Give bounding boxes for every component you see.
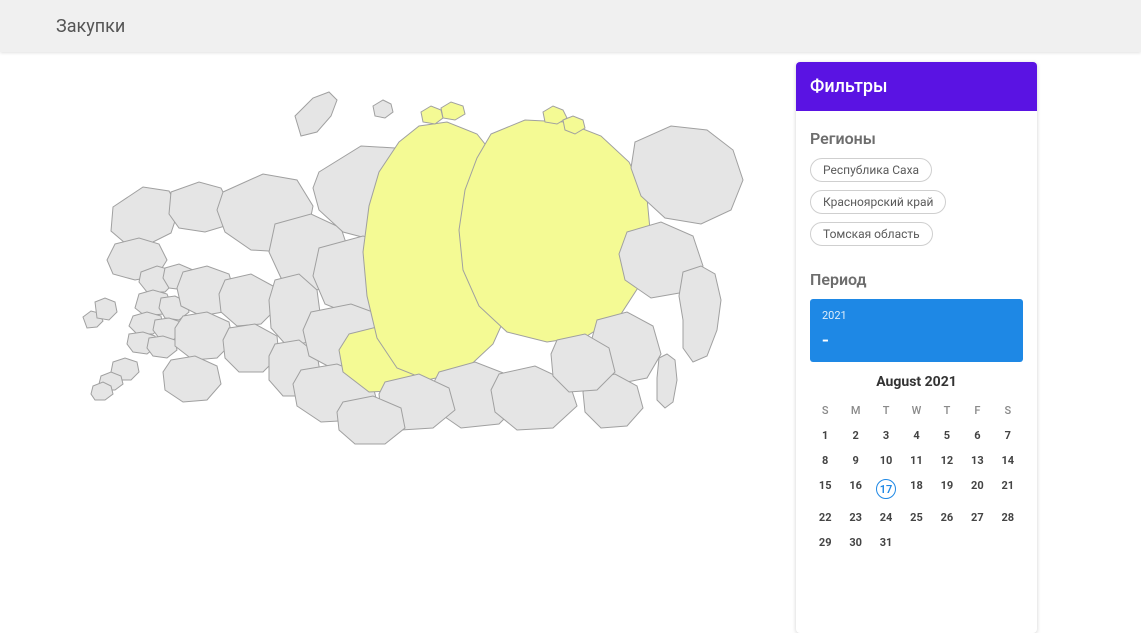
calendar-day[interactable]: 14 <box>993 448 1023 473</box>
calendar-day[interactable]: 24 <box>871 505 901 530</box>
map-region-arctic-isl-1[interactable] <box>373 100 393 118</box>
calendar-dow: S <box>810 400 840 423</box>
filters-header: Фильтры <box>796 62 1037 111</box>
app-header: Закупки <box>0 0 1141 52</box>
filters-panel: Фильтры Регионы Республика Саха Краснояр… <box>796 62 1037 633</box>
map-panel <box>10 62 776 633</box>
calendar-day[interactable]: 4 <box>901 423 931 448</box>
calendar-grid: SMTWTFS123456789101112131415161718192021… <box>810 400 1023 555</box>
calendar-day[interactable]: 21 <box>993 473 1023 505</box>
russia-map[interactable] <box>10 72 776 492</box>
calendar: August 2021 SMTWTFS123456789101112131415… <box>810 374 1023 555</box>
calendar-day[interactable]: 8 <box>810 448 840 473</box>
calendar-day[interactable]: 9 <box>840 448 870 473</box>
period-display[interactable]: 2021 - <box>810 299 1023 362</box>
calendar-day[interactable]: 12 <box>932 448 962 473</box>
map-region-sakhalin[interactable] <box>657 354 677 408</box>
period-range: - <box>822 330 1011 350</box>
calendar-dow: M <box>840 400 870 423</box>
content: Фильтры Регионы Республика Саха Краснояр… <box>0 52 1141 633</box>
calendar-day[interactable]: 29 <box>810 530 840 555</box>
calendar-day[interactable]: 23 <box>840 505 870 530</box>
calendar-day[interactable]: 5 <box>932 423 962 448</box>
period-section-label: Период <box>810 270 1023 289</box>
region-chips: Республика Саха Красноярский край Томска… <box>810 158 1023 246</box>
map-region-c-8[interactable] <box>147 336 177 358</box>
calendar-day[interactable]: 17 <box>871 473 901 505</box>
calendar-day[interactable]: 1 <box>810 423 840 448</box>
map-region-novaya-zemlya[interactable] <box>295 92 337 136</box>
calendar-dow: T <box>871 400 901 423</box>
map-region-kras-island-2[interactable] <box>441 102 465 120</box>
calendar-day[interactable]: 6 <box>962 423 992 448</box>
calendar-day[interactable]: 7 <box>993 423 1023 448</box>
map-region-vu-3[interactable] <box>163 356 221 402</box>
calendar-day[interactable]: 20 <box>962 473 992 505</box>
period-year: 2021 <box>822 309 1011 322</box>
calendar-day[interactable]: 26 <box>932 505 962 530</box>
map-region-kamchatka[interactable] <box>679 266 721 362</box>
calendar-dow: S <box>993 400 1023 423</box>
calendar-day[interactable]: 3 <box>871 423 901 448</box>
calendar-dow: W <box>901 400 931 423</box>
calendar-day[interactable]: 18 <box>901 473 931 505</box>
region-chip-krasnoyarsk[interactable]: Красноярский край <box>810 190 946 214</box>
region-chip-tomsk[interactable]: Томская область <box>810 222 933 246</box>
regions-section-label: Регионы <box>810 129 1023 148</box>
calendar-dow: T <box>932 400 962 423</box>
region-chip-sakha[interactable]: Республика Саха <box>810 158 932 182</box>
filters-body: Регионы Республика Саха Красноярский кра… <box>796 111 1037 633</box>
page-title: Закупки <box>56 16 125 37</box>
calendar-day[interactable]: 28 <box>993 505 1023 530</box>
calendar-day[interactable]: 11 <box>901 448 931 473</box>
map-region-nw-1[interactable] <box>111 187 179 243</box>
calendar-day[interactable]: 22 <box>810 505 840 530</box>
calendar-dow: F <box>962 400 992 423</box>
map-region-west-2[interactable] <box>95 298 117 320</box>
calendar-day[interactable]: 13 <box>962 448 992 473</box>
calendar-month-title: August 2021 <box>810 374 1023 390</box>
calendar-day[interactable]: 25 <box>901 505 931 530</box>
calendar-day[interactable]: 30 <box>840 530 870 555</box>
calendar-day[interactable]: 15 <box>810 473 840 505</box>
calendar-day[interactable]: 27 <box>962 505 992 530</box>
calendar-day[interactable]: 16 <box>840 473 870 505</box>
calendar-day[interactable]: 31 <box>871 530 901 555</box>
calendar-day[interactable]: 10 <box>871 448 901 473</box>
map-region-vu-4[interactable] <box>219 274 277 326</box>
calendar-day[interactable]: 2 <box>840 423 870 448</box>
calendar-day[interactable]: 19 <box>932 473 962 505</box>
map-region-sakha[interactable] <box>459 120 651 342</box>
map-region-kras-island-1[interactable] <box>421 106 443 124</box>
